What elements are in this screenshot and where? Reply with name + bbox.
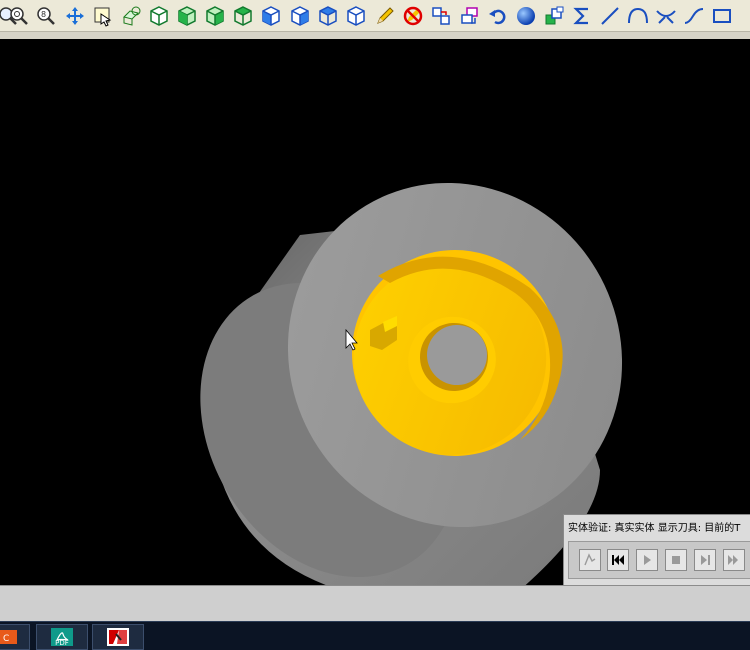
toolbar-separator — [0, 31, 750, 39]
undo-rotate-icon[interactable] — [486, 4, 510, 28]
move-icon[interactable] — [429, 4, 453, 28]
svg-text:C: C — [3, 634, 9, 644]
layer-icon[interactable] — [543, 4, 567, 28]
solid-model — [200, 182, 623, 585]
step-icon — [701, 555, 710, 565]
sigma-icon[interactable] — [570, 4, 594, 28]
zoom-in-icon[interactable] — [7, 4, 31, 28]
mastercam-icon — [107, 628, 129, 646]
spline-icon[interactable] — [682, 4, 706, 28]
bow-icon[interactable] — [654, 4, 678, 28]
fit-icon[interactable] — [91, 4, 115, 28]
settings-button[interactable] — [579, 549, 601, 571]
pdf-label: PDF — [55, 639, 69, 647]
svg-text:8: 8 — [41, 10, 46, 19]
sphere-icon[interactable] — [514, 4, 538, 28]
taskbar-app-mastercam[interactable] — [92, 624, 144, 650]
playback-controls — [568, 541, 750, 579]
arc-icon[interactable] — [626, 4, 650, 28]
pan-icon[interactable] — [63, 4, 87, 28]
cube-view-icon-3[interactable] — [316, 4, 340, 28]
step-button[interactable] — [694, 549, 716, 571]
front-view-cube-icon[interactable] — [175, 4, 199, 28]
play-button[interactable] — [636, 549, 658, 571]
stop-icon — [672, 556, 680, 564]
rewind-button[interactable] — [607, 549, 629, 571]
cube-view-icon-2[interactable] — [288, 4, 312, 28]
taskbar: C PDF — [0, 621, 750, 650]
rewind-icon — [612, 555, 624, 565]
fast-forward-button[interactable] — [723, 549, 745, 571]
taskbar-app-office[interactable]: C — [0, 624, 30, 650]
stop-button[interactable] — [665, 549, 687, 571]
rectangle-icon[interactable] — [710, 4, 734, 28]
graphics-viewport[interactable] — [0, 48, 750, 585]
zoom-prev-icon[interactable]: 8 — [34, 4, 58, 28]
iso-view-cube-icon[interactable] — [231, 4, 255, 28]
side-view-cube-icon[interactable] — [203, 4, 227, 28]
fast-forward-icon — [728, 555, 738, 565]
cube-view-icon-1[interactable] — [259, 4, 283, 28]
office-icon: C — [0, 630, 17, 644]
verify-title: 实体验证: 真实实体 显示刀具: 目前的T — [568, 523, 741, 534]
verify-panel: 实体验证: 真实实体 显示刀具: 目前的T — [563, 514, 750, 586]
line-icon[interactable] — [598, 4, 622, 28]
top-view-cube-icon[interactable] — [147, 4, 171, 28]
status-bar — [0, 585, 750, 622]
main-toolbar: 8 — [0, 0, 750, 39]
rotate-view-icon[interactable] — [119, 4, 143, 28]
play-icon — [644, 555, 651, 565]
copy-icon[interactable] — [458, 4, 482, 28]
no-draw-icon[interactable] — [401, 4, 425, 28]
taskbar-app-pdf[interactable]: PDF — [36, 624, 88, 650]
cube-view-icon-4[interactable] — [344, 4, 368, 28]
settings-icon — [584, 553, 596, 566]
pencil-icon[interactable] — [373, 4, 397, 28]
